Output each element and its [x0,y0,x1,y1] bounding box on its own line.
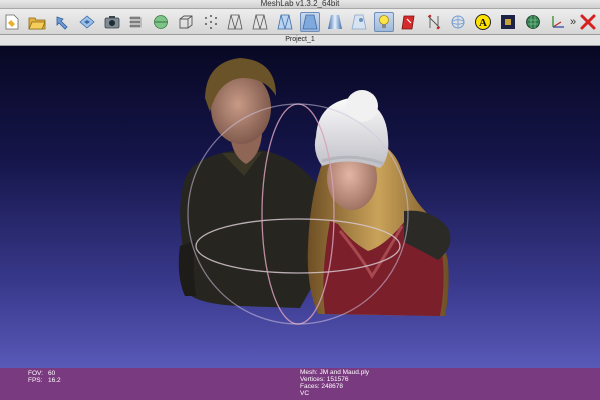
bounding-box-icon[interactable] [176,12,196,32]
faces-label: Faces: [300,383,320,390]
measure-icon[interactable] [424,12,444,32]
faces-value: 248678 [321,383,344,390]
viewer-info: FOV: 60 FPS: 16.2 [28,370,61,384]
snapshot-icon[interactable] [102,12,122,32]
main-toolbar: A » [0,9,600,35]
delete-icon[interactable] [578,12,598,32]
annotation-icon[interactable]: A [473,12,493,32]
fps-value: 16.2 [48,377,61,384]
svg-text:A: A [479,17,487,29]
man-figure [178,58,318,308]
new-project-icon[interactable] [2,12,22,32]
render-icon[interactable] [498,12,518,32]
save-icon[interactable] [77,12,97,32]
flat-shading-icon[interactable] [299,11,320,32]
toolbar-overflow-button[interactable]: » [570,16,576,28]
hidden-lines-icon[interactable] [250,12,270,32]
flat-lines-icon[interactable] [275,12,295,32]
smooth-shading-icon[interactable] [325,12,345,32]
mesh-name: JM and Maud.ply [319,369,370,376]
globe-icon[interactable] [151,12,171,32]
light-bulb-icon[interactable] [374,11,395,32]
open-icon[interactable] [27,12,47,32]
color-select-icon[interactable] [399,12,419,32]
decorate-icon[interactable] [523,12,543,32]
texture-icon[interactable] [349,12,369,32]
woman-figure [307,90,451,316]
project-name: Project_1 [285,36,315,43]
fps-label: FPS: [28,377,43,384]
window-title: MeshLab v1.3.2_64bit [260,0,340,8]
reload-icon[interactable] [52,12,72,32]
trackball-icon[interactable] [448,12,468,32]
project-tab[interactable]: Project_1 [0,35,600,46]
vertices-label: Vertices: [300,376,325,383]
points-icon[interactable] [201,12,221,32]
fov-value: 60 [48,370,56,377]
status-info-bar: FOV: 60 FPS: 16.2 Mesh: JM and Maud.ply Ve… [0,368,600,400]
layers-icon[interactable] [126,12,146,32]
fov-label: FOV: [28,370,43,377]
title-bar: MeshLab v1.3.2_64bit [0,0,600,9]
mesh-label: Mesh: [300,369,318,376]
3d-viewport[interactable] [0,46,600,368]
mesh-render [178,58,451,325]
axes-icon[interactable] [548,12,568,32]
mesh-info: Mesh: JM and Maud.ply Vertices: 151576 F… [300,369,369,397]
color-mode: VC [300,390,310,397]
vertices-value: 151576 [326,376,349,383]
wireframe-icon[interactable] [225,12,245,32]
